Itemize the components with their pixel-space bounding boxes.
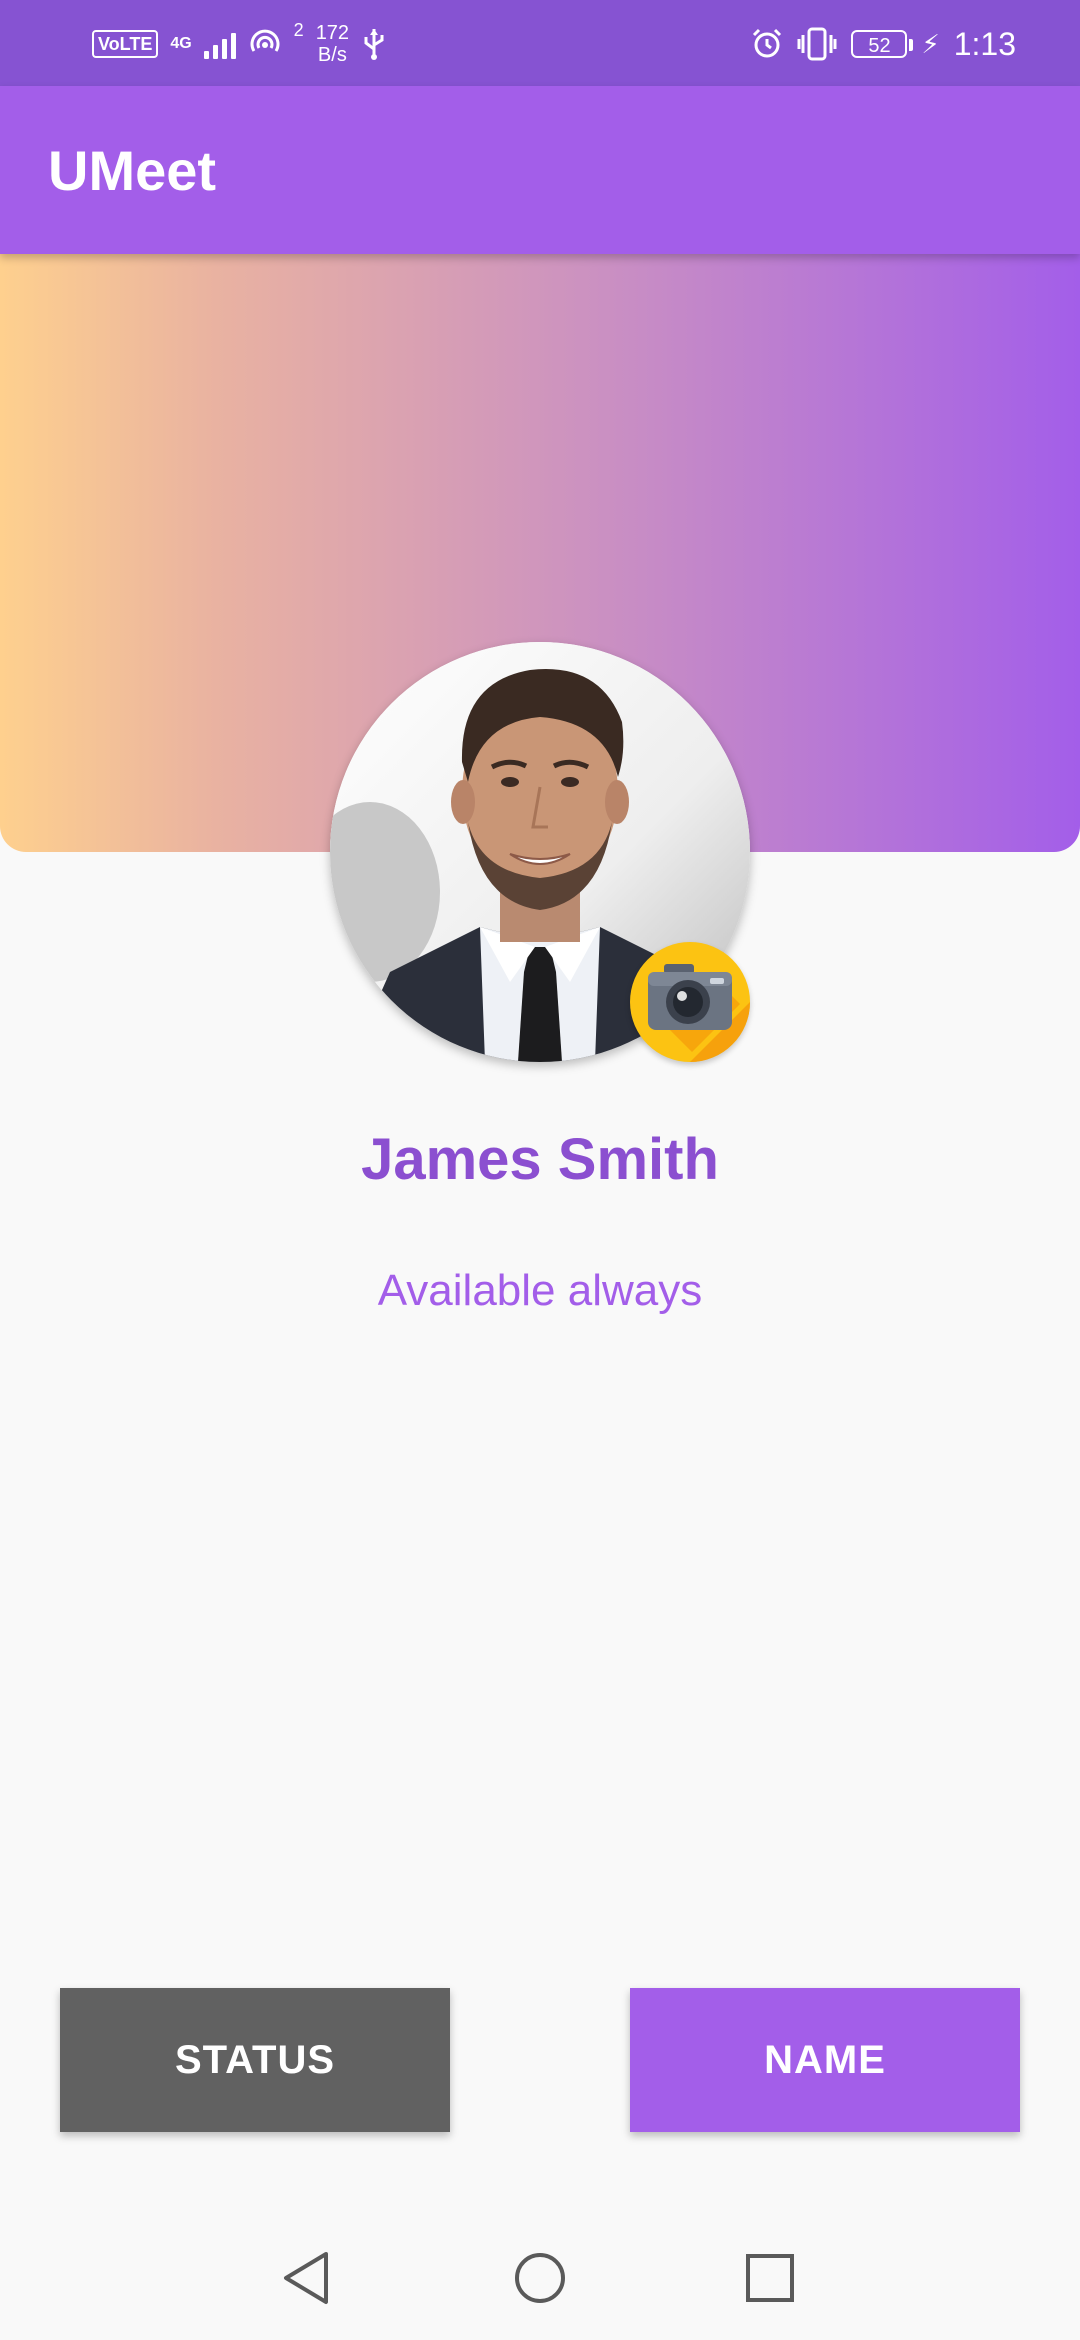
volte-icon: VoLTE	[92, 30, 159, 58]
edit-name-button[interactable]: NAME	[630, 1988, 1020, 2132]
network-type-label: 4G	[170, 35, 192, 52]
profile-status-text: Available always	[377, 1266, 703, 1315]
recents-icon[interactable]	[738, 2246, 802, 2310]
edit-status-button[interactable]: STATUS	[60, 1988, 450, 2132]
speed-value: 172	[315, 22, 350, 44]
vibrate-icon	[797, 27, 837, 61]
alarm-icon	[753, 28, 782, 58]
charging-icon: ⚡	[921, 29, 940, 59]
hotspot-icon	[250, 29, 280, 52]
usb-icon	[364, 29, 384, 60]
status-bar-right: 52 ⚡ 1:13	[751, 18, 1016, 70]
battery-icon: 52	[851, 30, 914, 58]
signal-icon	[203, 29, 236, 59]
network-speed: 172 B/s	[316, 22, 349, 66]
status-bar-left: VoLTE 4G 2 172 B/s	[92, 18, 387, 70]
app-title: UMeet	[48, 139, 217, 202]
app-bar: UMeet	[0, 86, 1080, 254]
clock: 1:13	[953, 25, 1016, 62]
back-icon[interactable]	[276, 2246, 340, 2310]
system-nav-bar	[0, 2214, 1080, 2340]
speed-unit: B/s	[317, 44, 347, 66]
camera-icon	[648, 964, 750, 1062]
profile-name: James Smith	[361, 1127, 719, 1192]
change-photo-button[interactable]	[630, 942, 750, 1062]
status-bar: VoLTE 4G 2 172 B/s 52 ⚡ 1:13	[0, 0, 1080, 86]
hotspot-count: 2	[293, 19, 304, 40]
home-icon[interactable]	[508, 2246, 572, 2310]
